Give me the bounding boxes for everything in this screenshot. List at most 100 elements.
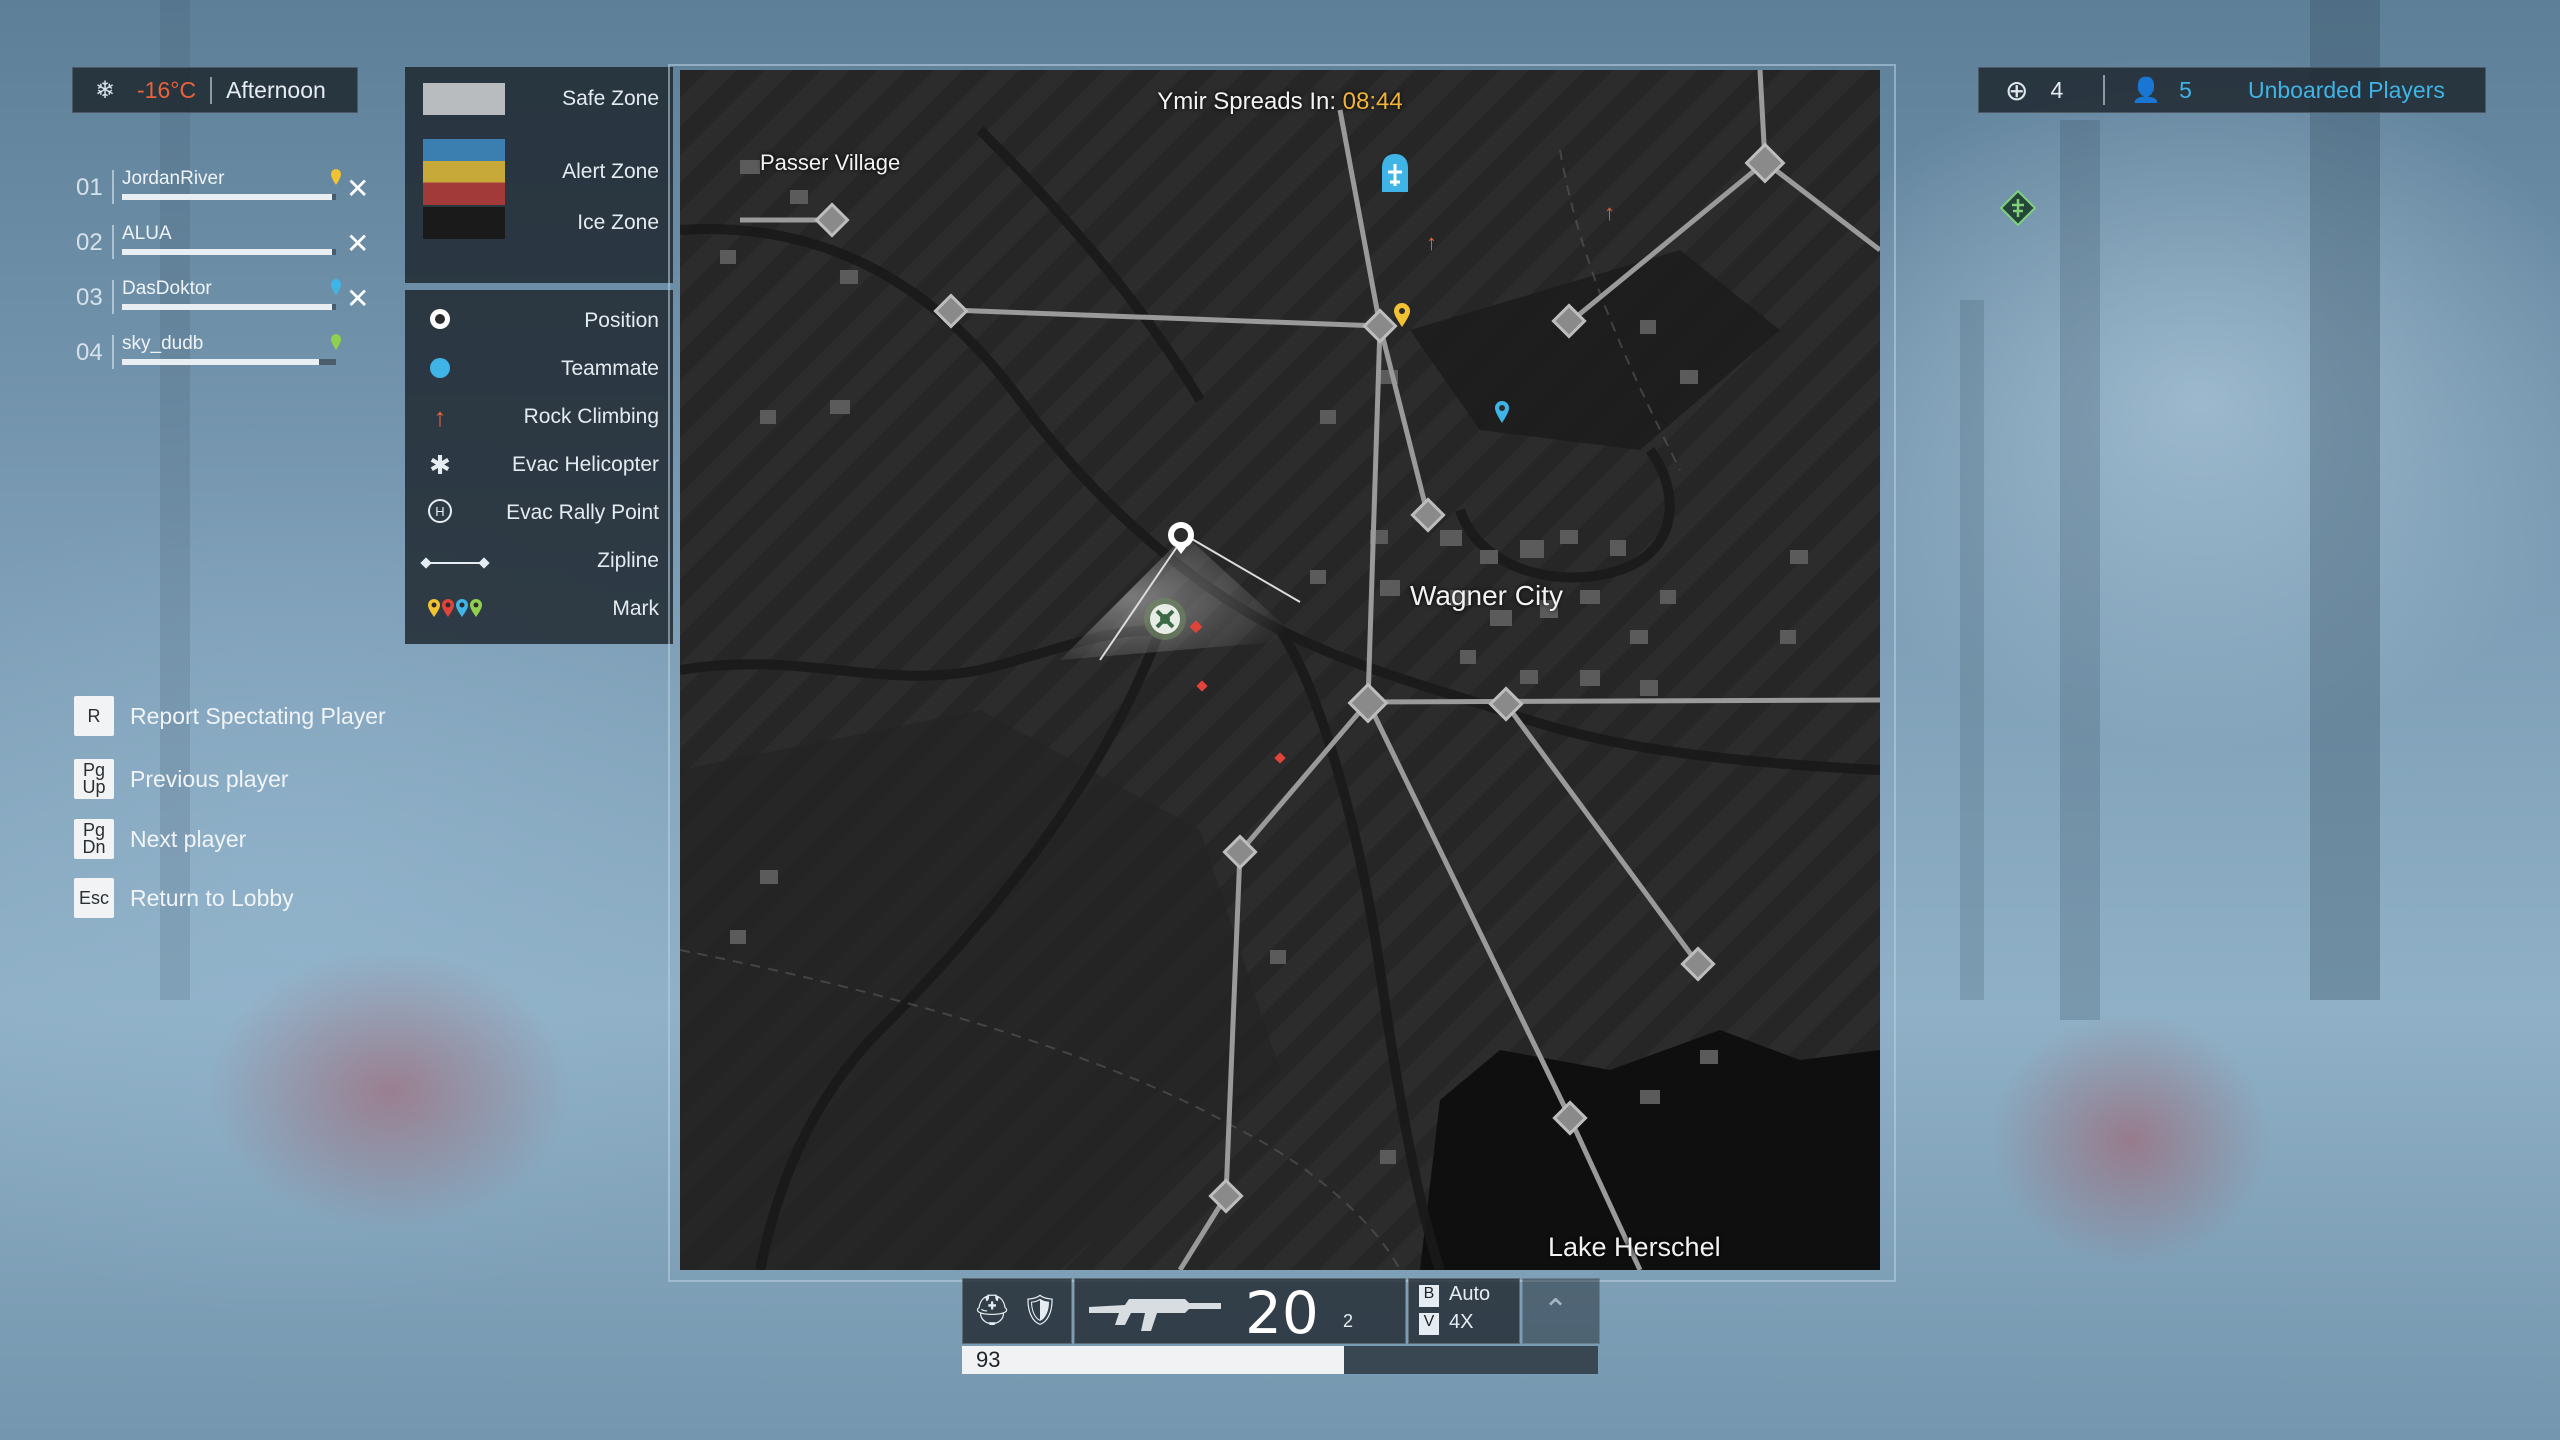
temperature: -16°C bbox=[137, 76, 213, 104]
squad-member-health bbox=[122, 249, 336, 255]
weather-panel: ❄ -16°C Afternoon bbox=[72, 67, 358, 113]
squad-member-health bbox=[122, 359, 336, 365]
legend-label: Safe Zone bbox=[562, 87, 659, 110]
remove-player-button[interactable]: ✕ bbox=[346, 227, 369, 260]
assault-rifle-icon bbox=[1085, 1287, 1225, 1342]
map-location-label: Wagner City bbox=[1410, 580, 1564, 611]
squad-member-health bbox=[122, 194, 336, 200]
gear-slots: ⛑ 🛡 bbox=[962, 1278, 1072, 1344]
rock-climbing-icon: ↑ bbox=[1604, 200, 1615, 225]
zone-swatch bbox=[423, 83, 505, 115]
helmet-icon: ⛑ bbox=[973, 1294, 1012, 1327]
legend-label: Rock Climbing bbox=[523, 405, 659, 428]
squad-member-number: 04 bbox=[76, 339, 103, 366]
unboarded-status: Unboarded Players bbox=[2247, 76, 2445, 103]
squad-member-name: JordanRiver bbox=[122, 168, 225, 189]
health-value: 93 bbox=[976, 1347, 1001, 1372]
teammate-icon[interactable] bbox=[1494, 400, 1510, 424]
zone-swatch bbox=[423, 139, 505, 205]
fire-mode-key: B bbox=[1419, 1285, 1439, 1307]
evac-helicopter-icon: ✱ bbox=[429, 450, 451, 480]
legend-marker-row: ↑ Rock Climbing bbox=[405, 400, 673, 434]
fire-mode-panel: B Auto V 4X bbox=[1408, 1278, 1520, 1344]
squad-member[interactable]: 04 sky_dudb bbox=[72, 333, 372, 373]
legend-marker-row: Mark bbox=[405, 592, 673, 626]
squad-member-number: 03 bbox=[76, 284, 103, 311]
empty-slot: ⌃ bbox=[1522, 1278, 1600, 1344]
key-hint[interactable]: Pg Dn Next player bbox=[74, 818, 246, 860]
squad-member[interactable]: 01 JordanRiver ✕ bbox=[72, 168, 372, 208]
weapon-hud: ⛑ 🛡 20 2 B Auto V 4X ⌃ bbox=[962, 1278, 1600, 1347]
health-fill bbox=[962, 1346, 1344, 1374]
evac-rally-point-icon[interactable] bbox=[1142, 596, 1188, 642]
key-hint[interactable]: Esc Return to Lobby bbox=[74, 877, 294, 919]
key-cap[interactable]: Esc bbox=[74, 878, 114, 918]
squad-member-number: 02 bbox=[76, 229, 103, 256]
position-icon bbox=[1166, 520, 1196, 554]
armor-icon: 🛡 bbox=[1021, 1294, 1060, 1327]
time-of-day: Afternoon bbox=[226, 76, 326, 103]
ymir-spread-label: Ymir Spreads In: bbox=[1157, 88, 1336, 115]
squad-member-health bbox=[122, 304, 336, 310]
mark-icon[interactable] bbox=[1393, 302, 1411, 328]
evac-helicopter-icon[interactable] bbox=[1378, 152, 1412, 196]
key-hint-label: Return to Lobby bbox=[130, 884, 294, 911]
legend-label: Ice Zone bbox=[577, 211, 659, 234]
divider bbox=[112, 280, 114, 314]
rock-climbing-icon: ↑ bbox=[1426, 230, 1437, 255]
squad-member-name: sky_dudb bbox=[122, 333, 204, 354]
players-counter: 👤 5 bbox=[2131, 76, 2192, 105]
legend-label: Position bbox=[584, 309, 659, 332]
mark-icon bbox=[330, 168, 342, 191]
reserve-mags: 2 bbox=[1343, 1311, 1354, 1331]
key-hint-label: Previous player bbox=[130, 765, 289, 792]
squad-member-name: DasDoktor bbox=[122, 278, 212, 299]
key-cap[interactable]: Pg Up bbox=[74, 759, 114, 799]
world-map[interactable]: ↑ ↑ Passer Village Wagner City Lake Hers… bbox=[680, 70, 1880, 1270]
key-hint[interactable]: Pg Up Previous player bbox=[74, 758, 289, 800]
background-tree bbox=[2060, 120, 2100, 1020]
legend-marker-row: Position bbox=[405, 304, 673, 338]
match-status-panel: ⊕ 4 👤 5 Unboarded Players bbox=[1978, 67, 2486, 113]
map-location-label: Passer Village bbox=[760, 150, 901, 175]
squad-member[interactable]: 03 DasDoktor ✕ bbox=[72, 278, 372, 318]
divider bbox=[2103, 75, 2106, 105]
position-icon bbox=[415, 306, 465, 339]
players-count: 5 bbox=[2179, 76, 2192, 103]
legend-marker-row: H Evac Rally Point bbox=[405, 496, 673, 530]
squad-member-number: 01 bbox=[76, 174, 103, 201]
ymir-spread-time: 08:44 bbox=[1342, 88, 1403, 115]
kills-count: 4 bbox=[2050, 76, 2064, 103]
legend-label: Mark bbox=[612, 597, 659, 620]
rock-climbing-icon: ↑ bbox=[433, 402, 447, 432]
mark-icon bbox=[415, 594, 495, 625]
squad-member[interactable]: 02 ALUA ✕ bbox=[72, 223, 372, 263]
chevron-up-icon: ⌃ bbox=[1543, 1294, 1569, 1327]
ammo-count: 20 bbox=[1245, 1279, 1319, 1347]
background-tree bbox=[2310, 0, 2380, 1000]
legend-label: Zipline bbox=[597, 549, 659, 572]
zone-swatch bbox=[423, 207, 505, 239]
ymir-spread-timer: Ymir Spreads In: 08:44 bbox=[680, 88, 1880, 116]
map-terrain bbox=[680, 70, 1880, 1270]
health-bar: 93 bbox=[962, 1346, 1598, 1374]
legend-label: Evac Rally Point bbox=[506, 501, 659, 524]
background-tree bbox=[1960, 300, 1984, 1000]
remove-player-button[interactable]: ✕ bbox=[346, 172, 369, 205]
key-cap[interactable]: Pg Dn bbox=[74, 819, 114, 859]
scope-level: 4X bbox=[1449, 1311, 1474, 1333]
divider bbox=[112, 170, 114, 204]
legend-zone-row: Safe Zone bbox=[405, 83, 673, 115]
legend-marker-row: ✱ Evac Helicopter bbox=[405, 448, 673, 482]
svg-text:H: H bbox=[435, 504, 444, 519]
legend-label: Alert Zone bbox=[562, 160, 659, 183]
key-cap[interactable]: R bbox=[74, 696, 114, 736]
legend-marker-row: Teammate bbox=[405, 352, 673, 386]
weather-icon: ❄ bbox=[94, 76, 116, 104]
mark-icon bbox=[330, 278, 342, 301]
key-hint[interactable]: R Report Spectating Player bbox=[74, 695, 386, 737]
crosshair-icon: ⊕ bbox=[2005, 74, 2029, 106]
remove-player-button[interactable]: ✕ bbox=[346, 282, 369, 315]
mark-icon bbox=[330, 333, 342, 356]
legend-zones: Safe Zone Alert Zone Ice Zone bbox=[405, 67, 673, 283]
